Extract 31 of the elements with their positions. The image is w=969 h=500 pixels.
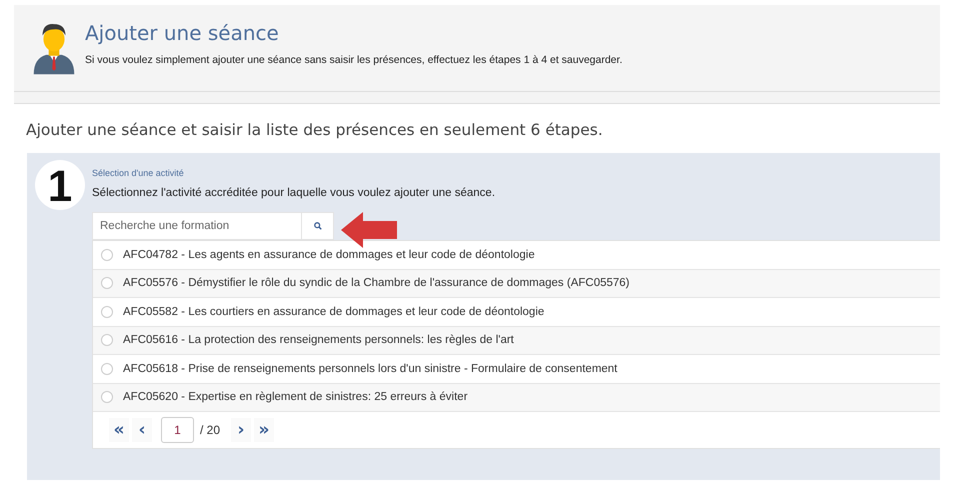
page-total: / 20 (200, 423, 220, 437)
radio-button[interactable] (101, 248, 113, 261)
arrow-icon (341, 212, 397, 248)
page-title: Ajouter une séance (85, 21, 280, 45)
step-number: 1 (35, 160, 85, 210)
activity-item[interactable]: AFC05576 - Démystifier le rôle du syndic de la Chambre de l'assurance de dommages (AFC05576) (93, 270, 940, 298)
search-icon (314, 222, 322, 230)
activity-label: AFC05582 - Les courtiers en assurance de dommages et leur code de déontologie (123, 306, 544, 318)
activity-label: AFC05576 - Démystifier le rôle du syndic de la Chambre de l'assurance de dommages (AFC05576) (123, 277, 630, 290)
activity-label: AFC05616 - La protection des renseignements personnels: les règles de l'art (123, 334, 514, 346)
previous-page-button[interactable]: ‹ (132, 418, 152, 442)
radio-button[interactable] (101, 391, 113, 404)
radio-button[interactable] (101, 277, 113, 290)
radio-button[interactable] (101, 334, 113, 346)
radio-button[interactable] (101, 362, 113, 375)
step-title: Sélection d'une activité (92, 168, 185, 178)
first-page-button[interactable]: « (109, 418, 129, 442)
page-field[interactable]: 1 (161, 417, 194, 443)
radio-button[interactable] (101, 306, 113, 318)
activity-label: AFC05618 - Prise de renseignements personnels lors d'un sinistre - Formulaire de consentement (123, 362, 618, 375)
step-description: Sélectionnez l'activité accréditée pour laquelle vous voulez ajouter une séance. (92, 187, 496, 199)
activity-item[interactable]: AFC05616 - La protection des renseignements personnels: les règles de l'art (93, 326, 940, 355)
last-page-button[interactable]: » (254, 418, 274, 442)
activity-label: AFC05620 - Expertise en règlement de sinistres: 25 erreurs à éviter (123, 391, 468, 404)
page-subtitle: Si vous voulez simplement ajouter une séance sans saisir les présences, effectuez les étapes 1 à 4 et sauvegarder. (85, 54, 622, 66)
activity-label: AFC04782 - Les agents en assurance de dommages et leur code de déontologie (123, 248, 535, 261)
activity-item[interactable]: AFC05620 - Expertise en règlement de sinistres: 25 erreurs à éviter (93, 384, 940, 412)
search-field[interactable]: Recherche une formation (92, 212, 301, 240)
next-page-button[interactable]: › (231, 418, 252, 442)
intro-heading: Ajouter une séance et saisir la liste des présences en seulement 6 étapes. (26, 121, 604, 141)
search-button[interactable] (301, 212, 334, 240)
